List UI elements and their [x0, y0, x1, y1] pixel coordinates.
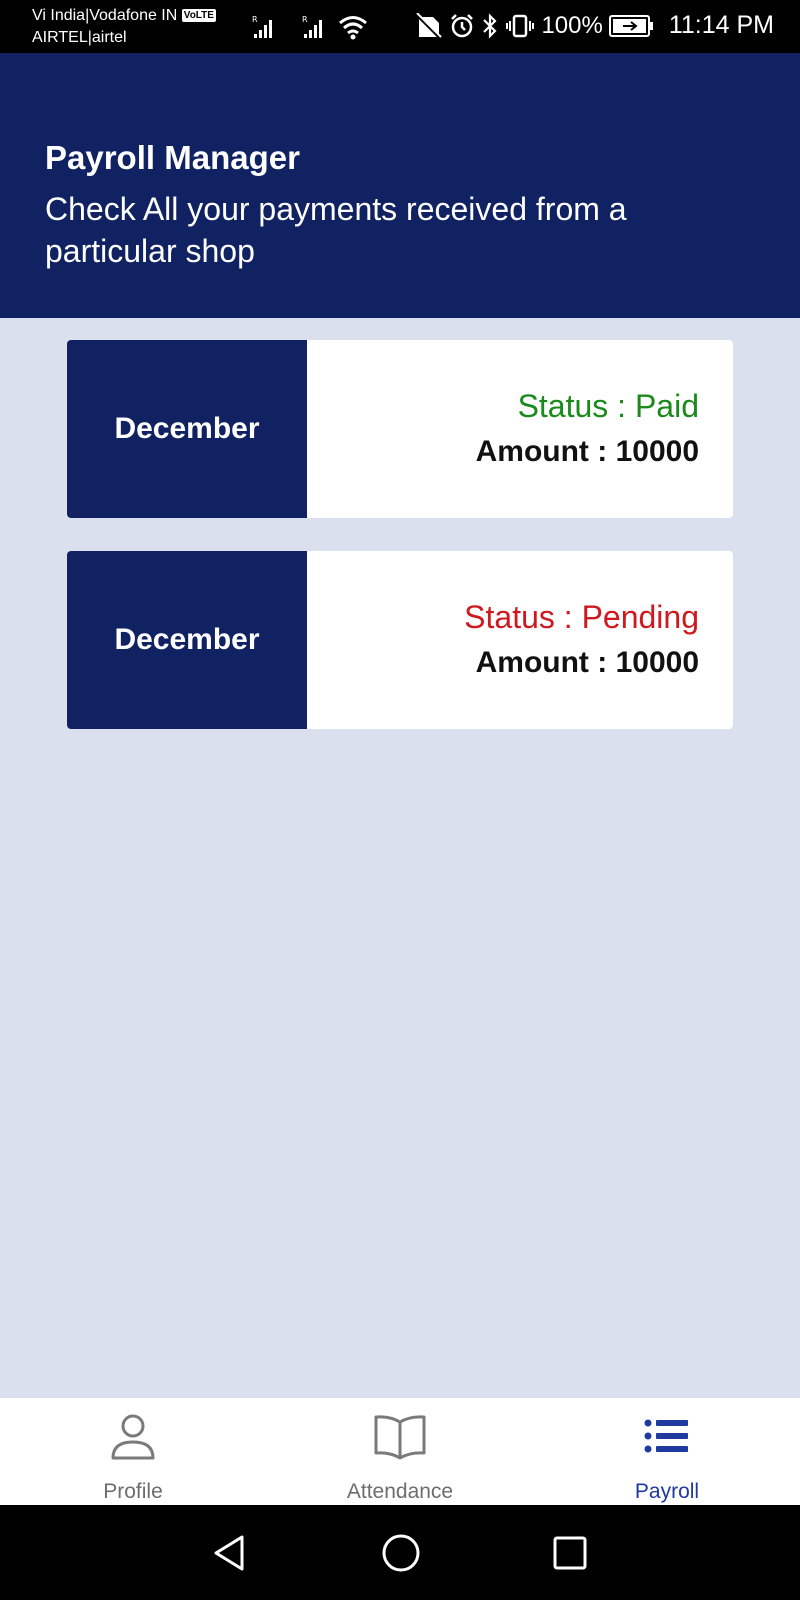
status-right: 100% 11:14 PM	[415, 11, 774, 40]
vibrate-icon	[506, 14, 535, 37]
bottom-navigation: Profile Attendance Payroll	[0, 1397, 800, 1505]
alarm-icon	[451, 13, 474, 37]
bluetooth-icon	[483, 12, 498, 39]
wifi-icon	[339, 16, 367, 40]
carrier-info: Vi India|Vodafone IN VoLTE AIRTEL|airtel	[32, 5, 216, 49]
nav-label-payroll: Payroll	[634, 1480, 700, 1503]
nav-item-payroll[interactable]: Payroll	[534, 1398, 800, 1506]
nav-item-profile[interactable]: Profile	[0, 1398, 266, 1506]
nav-item-attendance[interactable]: Attendance	[267, 1398, 533, 1506]
clock: 11:14 PM	[668, 11, 774, 39]
battery-percent: 100%	[541, 11, 603, 39]
signal-1-icon: R	[252, 15, 272, 38]
payment-amount: Amount : 10000	[475, 646, 699, 679]
page-subtitle: Check All your payments received from a …	[45, 191, 627, 269]
payment-card[interactable]: December Status : Paid Amount : 10000	[67, 340, 733, 518]
nav-label-attendance: Attendance	[346, 1480, 454, 1503]
payment-info: Status : Paid Amount : 10000	[307, 340, 733, 518]
nav-label-profile: Profile	[103, 1480, 163, 1503]
signal-icons: R R	[252, 12, 368, 42]
payment-month: December	[67, 551, 307, 729]
svg-text:R: R	[252, 15, 258, 24]
battery-icon	[608, 14, 653, 37]
payment-card[interactable]: December Status : Pending Amount : 10000	[67, 551, 733, 729]
carrier-line-1: Vi India|Vodafone IN	[32, 7, 178, 24]
list-icon	[644, 1419, 688, 1453]
page-header: Payroll Manager Check All your payments …	[0, 53, 800, 318]
svg-text:R: R	[302, 15, 308, 24]
back-icon[interactable]	[210, 1533, 248, 1573]
system-navigation-bar	[0, 1505, 800, 1600]
page-title: Payroll Manager	[45, 139, 300, 176]
no-sim-icon	[416, 12, 443, 39]
payment-month: December	[67, 340, 307, 518]
signal-2-icon: R	[302, 15, 322, 38]
volte-badge: VoLTE	[181, 9, 216, 22]
payment-amount: Amount : 10000	[475, 435, 699, 468]
person-icon	[111, 1414, 155, 1460]
home-icon[interactable]	[381, 1533, 421, 1573]
recents-icon[interactable]	[552, 1533, 588, 1573]
book-icon	[374, 1415, 426, 1460]
payment-status: Status : Pending	[464, 599, 699, 635]
status-bar: Vi India|Vodafone IN VoLTE AIRTEL|airtel…	[0, 0, 800, 53]
payment-info: Status : Pending Amount : 10000	[307, 551, 733, 729]
carrier-line-2: AIRTEL|airtel	[32, 29, 127, 46]
payment-status: Status : Paid	[517, 388, 699, 424]
